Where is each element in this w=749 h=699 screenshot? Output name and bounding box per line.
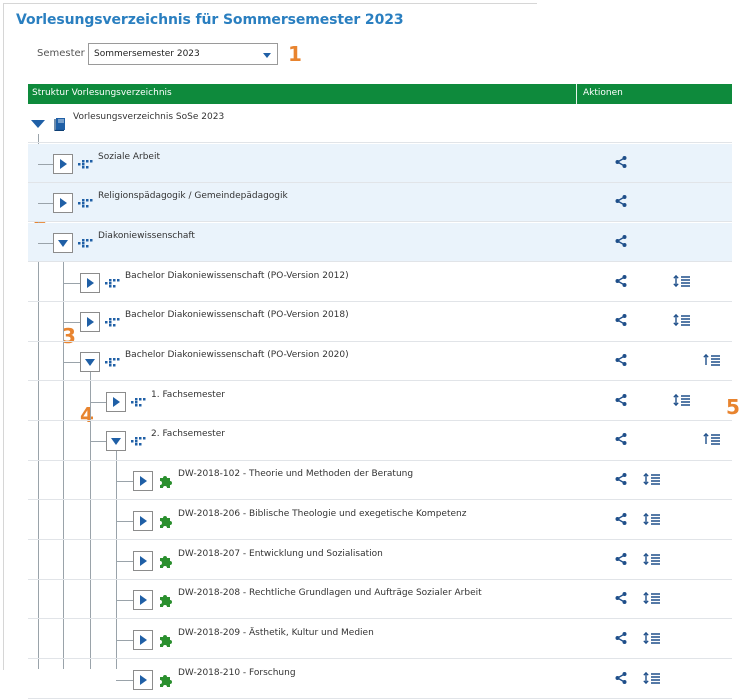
tree-node-label[interactable]: Religionspädagogik / Gemeindepädagogik bbox=[98, 191, 288, 201]
tree-row bbox=[28, 104, 732, 143]
semester-select-value: Sommersemester 2023 bbox=[94, 49, 200, 59]
callout-1: 1 bbox=[288, 42, 302, 66]
catalog-book-icon bbox=[52, 116, 70, 131]
sort-icon[interactable] bbox=[673, 273, 691, 287]
structure-node-icon bbox=[104, 354, 122, 368]
tree-connector bbox=[116, 481, 133, 483]
expand-toggle[interactable] bbox=[80, 272, 100, 293]
column-divider bbox=[576, 84, 577, 104]
sort-icon[interactable] bbox=[643, 551, 661, 565]
tree-node-label[interactable]: Bachelor Diakoniewissenschaft (PO-Versio… bbox=[125, 350, 349, 360]
share-icon[interactable] bbox=[614, 273, 628, 287]
collapse-toggle[interactable] bbox=[53, 232, 73, 253]
tree-node-label[interactable]: DW-2018-102 - Theorie und Methoden der B… bbox=[178, 469, 413, 479]
structure-node-icon bbox=[104, 314, 122, 328]
module-puzzle-icon bbox=[157, 672, 175, 687]
tree-connector bbox=[116, 600, 133, 602]
structure-node-icon bbox=[77, 195, 95, 209]
sort-icon[interactable] bbox=[673, 312, 691, 327]
tree-node-label[interactable]: DW-2018-210 - Forschung bbox=[178, 668, 296, 678]
expand-toggle[interactable] bbox=[53, 153, 73, 174]
tree-connector bbox=[38, 203, 53, 205]
share-icon[interactable] bbox=[614, 233, 628, 247]
semester-select[interactable]: Sommersemester 2023 bbox=[88, 43, 278, 65]
tree-connector bbox=[90, 441, 106, 443]
tree-node-label[interactable]: 1. Fachsemester bbox=[151, 390, 225, 400]
sort-icon[interactable] bbox=[673, 392, 691, 406]
tree-connector bbox=[63, 282, 80, 284]
tree-connector bbox=[116, 679, 133, 681]
expand-toggle[interactable] bbox=[133, 550, 153, 571]
sort-up-icon[interactable] bbox=[703, 352, 721, 366]
expand-toggle[interactable] bbox=[133, 590, 153, 611]
tree-connector bbox=[116, 520, 133, 522]
module-puzzle-icon bbox=[157, 513, 175, 528]
semester-label: Semester bbox=[37, 48, 85, 59]
share-icon[interactable] bbox=[614, 312, 628, 327]
collapse-toggle[interactable] bbox=[106, 431, 126, 452]
table-header: Struktur Vorlesungsverzeichnis Aktionen bbox=[28, 84, 732, 104]
chevron-down-icon bbox=[263, 53, 271, 58]
share-icon[interactable] bbox=[614, 551, 628, 565]
structure-node-icon bbox=[104, 275, 122, 289]
sort-icon[interactable] bbox=[643, 670, 661, 684]
column-header-structure: Struktur Vorlesungsverzeichnis bbox=[32, 88, 172, 98]
tree-connector bbox=[116, 639, 133, 641]
sort-icon[interactable] bbox=[643, 590, 661, 605]
share-icon[interactable] bbox=[614, 670, 628, 684]
tree-connector bbox=[90, 401, 106, 403]
share-icon[interactable] bbox=[614, 352, 628, 367]
tree-connector bbox=[38, 242, 53, 244]
share-icon[interactable] bbox=[614, 471, 628, 486]
tree-node-label[interactable]: 2. Fachsemester bbox=[151, 429, 225, 439]
module-puzzle-icon bbox=[157, 553, 175, 568]
expand-toggle[interactable] bbox=[53, 193, 73, 214]
module-puzzle-icon bbox=[157, 473, 175, 489]
collapse-toggle[interactable] bbox=[80, 352, 100, 373]
expand-toggle[interactable] bbox=[106, 391, 126, 412]
share-icon[interactable] bbox=[614, 392, 628, 406]
share-icon[interactable] bbox=[614, 193, 628, 208]
sort-icon[interactable] bbox=[643, 630, 661, 645]
structure-node-icon bbox=[130, 394, 148, 408]
expand-toggle[interactable] bbox=[133, 669, 153, 690]
tree-node-label[interactable]: DW-2018-209 - Ästhetik, Kultur und Medie… bbox=[178, 628, 374, 638]
tree-node-label[interactable]: Diakoniewissenschaft bbox=[98, 231, 195, 241]
expand-toggle[interactable] bbox=[133, 629, 153, 650]
share-icon[interactable] bbox=[614, 154, 628, 168]
tree-connector bbox=[63, 322, 80, 324]
tree-connector bbox=[38, 163, 53, 165]
tree-node-label[interactable]: Bachelor Diakoniewissenschaft (PO-Versio… bbox=[125, 310, 349, 320]
sort-up-icon[interactable] bbox=[703, 431, 721, 446]
tree-node-label[interactable]: DW-2018-208 - Rechtliche Grundlagen und … bbox=[178, 588, 482, 598]
tree-connector bbox=[63, 362, 80, 364]
tree-node-label[interactable]: DW-2018-206 - Biblische Theologie und ex… bbox=[178, 509, 466, 519]
tree-node-label[interactable]: Vorlesungsverzeichnis SoSe 2023 bbox=[73, 112, 224, 122]
tree-node-label[interactable]: DW-2018-207 - Entwicklung und Sozialisat… bbox=[178, 549, 383, 559]
share-icon[interactable] bbox=[614, 511, 628, 525]
tree-node-label[interactable]: Bachelor Diakoniewissenschaft (PO-Versio… bbox=[125, 271, 349, 281]
structure-node-icon bbox=[77, 156, 95, 170]
sort-icon[interactable] bbox=[643, 471, 661, 486]
structure-node-icon bbox=[130, 433, 148, 447]
expand-toggle[interactable] bbox=[80, 312, 100, 333]
tree-node-label[interactable]: Soziale Arbeit bbox=[98, 152, 160, 162]
collapse-toggle[interactable] bbox=[28, 114, 48, 134]
sort-icon[interactable] bbox=[643, 511, 661, 526]
expand-toggle[interactable] bbox=[133, 471, 153, 492]
share-icon[interactable] bbox=[614, 590, 628, 605]
expand-toggle[interactable] bbox=[133, 510, 153, 531]
column-header-actions: Aktionen bbox=[583, 88, 623, 98]
share-icon[interactable] bbox=[614, 630, 628, 644]
structure-node-icon bbox=[77, 235, 95, 249]
page-title: Vorlesungsverzeichnis für Sommersemester… bbox=[16, 12, 404, 28]
share-icon[interactable] bbox=[614, 431, 628, 446]
tree-connector bbox=[116, 560, 133, 562]
module-puzzle-icon bbox=[157, 592, 175, 608]
module-puzzle-icon bbox=[157, 632, 175, 647]
